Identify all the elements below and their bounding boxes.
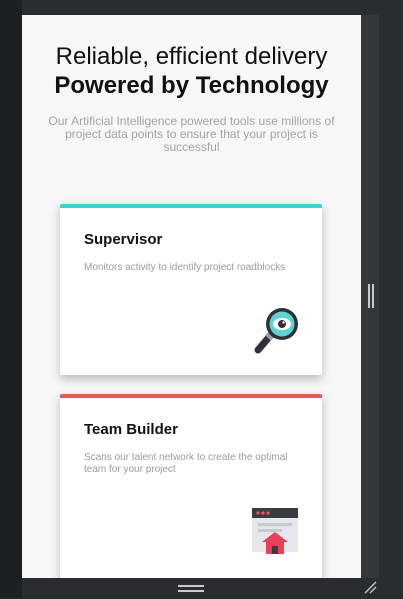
page-viewport: Reliable, efficient delivery Powered by … — [22, 15, 361, 578]
card-title: Supervisor — [84, 231, 163, 248]
card-description: Scans our talent network to create the o… — [84, 452, 288, 475]
panel-resize-handle[interactable] — [368, 284, 374, 308]
card-title: Team Builder — [84, 421, 178, 438]
left-window-edge — [0, 0, 22, 598]
hero-subtext: Our Artificial Intelligence powered tool… — [48, 114, 335, 154]
hero-headline-line1: Reliable, efficient delivery — [55, 43, 328, 70]
bottom-drag-handle[interactable] — [178, 585, 204, 593]
magnifier-eye-icon — [248, 304, 302, 358]
feature-card-team-builder[interactable]: Team Builder Scans our talent network to… — [60, 394, 322, 578]
resize-corner-icon[interactable] — [363, 580, 377, 594]
team-builder-window-icon — [250, 506, 300, 556]
right-side-panel — [379, 0, 403, 598]
feature-card-supervisor[interactable]: Supervisor Monitors activity to identify… — [60, 204, 322, 375]
card-description: Monitors activity to identify project ro… — [84, 262, 286, 273]
hero-headline-line2: Powered by Technology — [54, 72, 329, 99]
